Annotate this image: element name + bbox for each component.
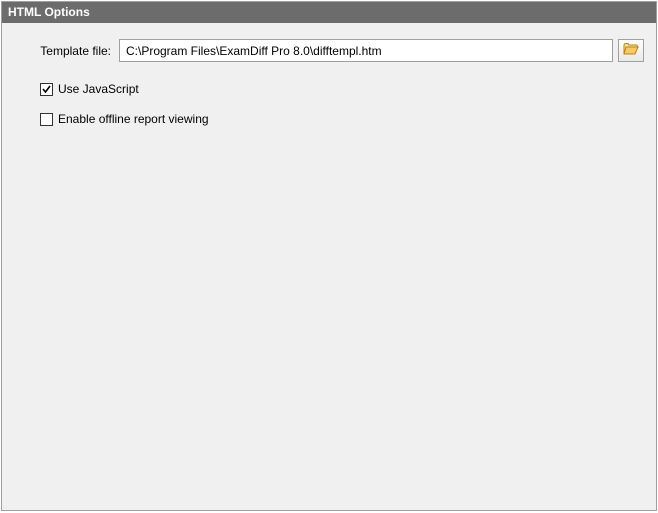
folder-open-icon [623,42,639,59]
enable-offline-label: Enable offline report viewing [58,112,209,126]
template-file-label: Template file: [14,44,119,58]
use-javascript-checkbox[interactable]: Use JavaScript [40,82,644,96]
enable-offline-checkbox[interactable]: Enable offline report viewing [40,112,644,126]
checkbox-icon [40,83,53,96]
use-javascript-label: Use JavaScript [58,82,139,96]
panel-content: Template file: Use JavaScript [2,23,656,510]
template-file-row: Template file: [14,39,644,62]
html-options-panel: HTML Options Template file: Use JavaS [1,1,657,511]
template-file-input[interactable] [119,39,613,62]
panel-title: HTML Options [2,2,656,23]
browse-button[interactable] [618,39,644,62]
checkbox-icon [40,113,53,126]
